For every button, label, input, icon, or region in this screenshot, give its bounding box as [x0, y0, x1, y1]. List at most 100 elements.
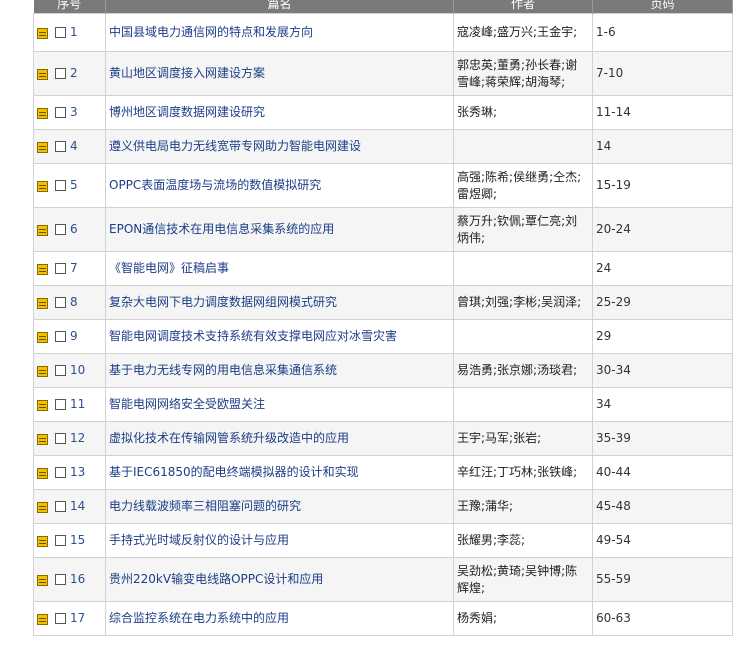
authors-cell: 郭忠英;董勇;孙长春;谢雪峰;蒋荣辉;胡海琴; [453, 51, 593, 96]
document-icon[interactable] [37, 142, 48, 153]
article-title-link[interactable]: EPON通信技术在用电信息采集系统的应用 [109, 222, 334, 236]
row-checkbox[interactable] [55, 141, 66, 152]
document-icon[interactable] [37, 108, 48, 119]
title-cell: 贵州220kV输变电线路OPPC设计和应用 [105, 557, 454, 602]
pages-cell: 49-54 [592, 523, 733, 558]
table-row: 2 黄山地区调度接入网建设方案 郭忠英;董勇;孙长春;谢雪峰;蒋荣辉;胡海琴; 7-1… [33, 51, 733, 96]
pages-cell: 60-63 [592, 601, 733, 636]
index-cell: 14 [33, 489, 106, 524]
pages-cell: 20-24 [592, 207, 733, 252]
document-icon[interactable] [37, 400, 48, 411]
document-icon[interactable] [37, 69, 48, 80]
index-cell: 11 [33, 387, 106, 422]
document-icon[interactable] [37, 366, 48, 377]
index-cell: 9 [33, 319, 106, 354]
document-icon[interactable] [37, 264, 48, 275]
authors-cell: 高强;陈希;侯继勇;仝杰;雷煜卿; [453, 163, 593, 208]
table-row: 7 《智能电网》征稿启事 24 [33, 251, 733, 286]
pages-cell: 55-59 [592, 557, 733, 602]
article-title-link[interactable]: 电力线载波频率三相阻塞问题的研究 [109, 499, 301, 513]
article-title-link[interactable]: 博州地区调度数据网建设研究 [109, 105, 265, 119]
row-checkbox[interactable] [55, 331, 66, 342]
row-checkbox[interactable] [55, 613, 66, 624]
title-cell: 复杂大电网下电力调度数据网组网模式研究 [105, 285, 454, 320]
row-checkbox[interactable] [55, 27, 66, 38]
pages-cell: 7-10 [592, 51, 733, 96]
table-row: 5 OPPC表面温度场与流场的数值模拟研究 高强;陈希;侯继勇;仝杰;雷煜卿; 15-… [33, 163, 733, 208]
row-number: 5 [70, 178, 78, 192]
row-checkbox[interactable] [55, 433, 66, 444]
document-icon[interactable] [37, 181, 48, 192]
title-cell: 智能电网调度技术支持系统有效支撑电网应对冰雪灾害 [105, 319, 454, 354]
document-icon[interactable] [37, 298, 48, 309]
document-icon[interactable] [37, 434, 48, 445]
row-number: 9 [70, 329, 78, 343]
article-title-link[interactable]: 基于电力无线专网的用电信息采集通信系统 [109, 363, 337, 377]
row-checkbox[interactable] [55, 467, 66, 478]
title-cell: 基于电力无线专网的用电信息采集通信系统 [105, 353, 454, 388]
document-icon[interactable] [37, 536, 48, 547]
row-checkbox[interactable] [55, 535, 66, 546]
article-title-link[interactable]: 《智能电网》征稿启事 [109, 261, 229, 275]
authors-cell: 张耀男;李蕊; [453, 523, 593, 558]
pages-cell: 45-48 [592, 489, 733, 524]
pages-cell: 1-6 [592, 13, 733, 52]
article-title-link[interactable]: 虚拟化技术在传输网管系统升级改造中的应用 [109, 431, 349, 445]
row-number: 16 [70, 572, 86, 586]
document-icon[interactable] [37, 468, 48, 479]
article-title-link[interactable]: 智能电网调度技术支持系统有效支撑电网应对冰雪灾害 [109, 329, 397, 343]
row-checkbox[interactable] [55, 501, 66, 512]
pages-cell: 24 [592, 251, 733, 286]
row-checkbox[interactable] [55, 574, 66, 585]
pages-cell: 34 [592, 387, 733, 422]
row-number: 1 [70, 25, 78, 39]
title-cell: 综合监控系统在电力系统中的应用 [105, 601, 454, 636]
authors-cell: 蔡万升;钦佩;覃仁亮;刘炳伟; [453, 207, 593, 252]
title-cell: 遵义供电局电力无线宽带专网助力智能电网建设 [105, 129, 454, 164]
table-row: 15 手持式光时域反射仪的设计与应用 张耀男;李蕊; 49-54 [33, 523, 733, 558]
authors-cell: 王豫;蒲华; [453, 489, 593, 524]
article-title-link[interactable]: 贵州220kV输变电线路OPPC设计和应用 [109, 572, 323, 586]
pages-cell: 25-29 [592, 285, 733, 320]
article-title-link[interactable]: 基于IEC61850的配电终端模拟器的设计和实现 [109, 465, 359, 479]
row-checkbox[interactable] [55, 180, 66, 191]
index-cell: 13 [33, 455, 106, 490]
row-checkbox[interactable] [55, 365, 66, 376]
article-title-link[interactable]: 黄山地区调度接入网建设方案 [109, 66, 265, 80]
article-title-link[interactable]: 遵义供电局电力无线宽带专网助力智能电网建设 [109, 139, 361, 153]
row-checkbox[interactable] [55, 68, 66, 79]
article-title-link[interactable]: OPPC表面温度场与流场的数值模拟研究 [109, 178, 321, 192]
document-icon[interactable] [37, 502, 48, 513]
article-title-link[interactable]: 智能电网网络安全受欧盟关注 [109, 397, 265, 411]
article-title-link[interactable]: 中国县域电力通信网的特点和发展方向 [109, 25, 313, 39]
document-icon[interactable] [37, 225, 48, 236]
article-table: 序号 篇名 作者 页码 1 中国县域电力通信网的特点和发展方向 寇凌峰;盛万兴;王金… [33, 0, 733, 636]
article-title-link[interactable]: 综合监控系统在电力系统中的应用 [109, 611, 289, 625]
index-cell: 5 [33, 163, 106, 208]
index-cell: 7 [33, 251, 106, 286]
document-icon[interactable] [37, 575, 48, 586]
row-checkbox[interactable] [55, 224, 66, 235]
table-row: 12 虚拟化技术在传输网管系统升级改造中的应用 王宇;马军;张岩; 35-39 [33, 421, 733, 456]
row-checkbox[interactable] [55, 297, 66, 308]
document-icon[interactable] [37, 28, 48, 39]
article-title-link[interactable]: 手持式光时域反射仪的设计与应用 [109, 533, 289, 547]
row-checkbox[interactable] [55, 399, 66, 410]
pages-cell: 11-14 [592, 95, 733, 130]
row-number: 10 [70, 363, 86, 377]
pages-cell: 35-39 [592, 421, 733, 456]
row-checkbox[interactable] [55, 107, 66, 118]
article-title-link[interactable]: 复杂大电网下电力调度数据网组网模式研究 [109, 295, 337, 309]
title-cell: 智能电网网络安全受欧盟关注 [105, 387, 454, 422]
document-icon[interactable] [37, 332, 48, 343]
pages-cell: 40-44 [592, 455, 733, 490]
document-icon[interactable] [37, 614, 48, 625]
row-checkbox[interactable] [55, 263, 66, 274]
authors-cell: 辛红汪;丁巧林;张铁峰; [453, 455, 593, 490]
table-row: 10 基于电力无线专网的用电信息采集通信系统 易浩勇;张京娜;汤琰君; 30-34 [33, 353, 733, 388]
title-cell: 博州地区调度数据网建设研究 [105, 95, 454, 130]
pages-cell: 30-34 [592, 353, 733, 388]
authors-cell: 吴劲松;黄琦;吴钟博;陈辉煌; [453, 557, 593, 602]
header-pages: 页码 [592, 0, 733, 14]
title-cell: 基于IEC61850的配电终端模拟器的设计和实现 [105, 455, 454, 490]
